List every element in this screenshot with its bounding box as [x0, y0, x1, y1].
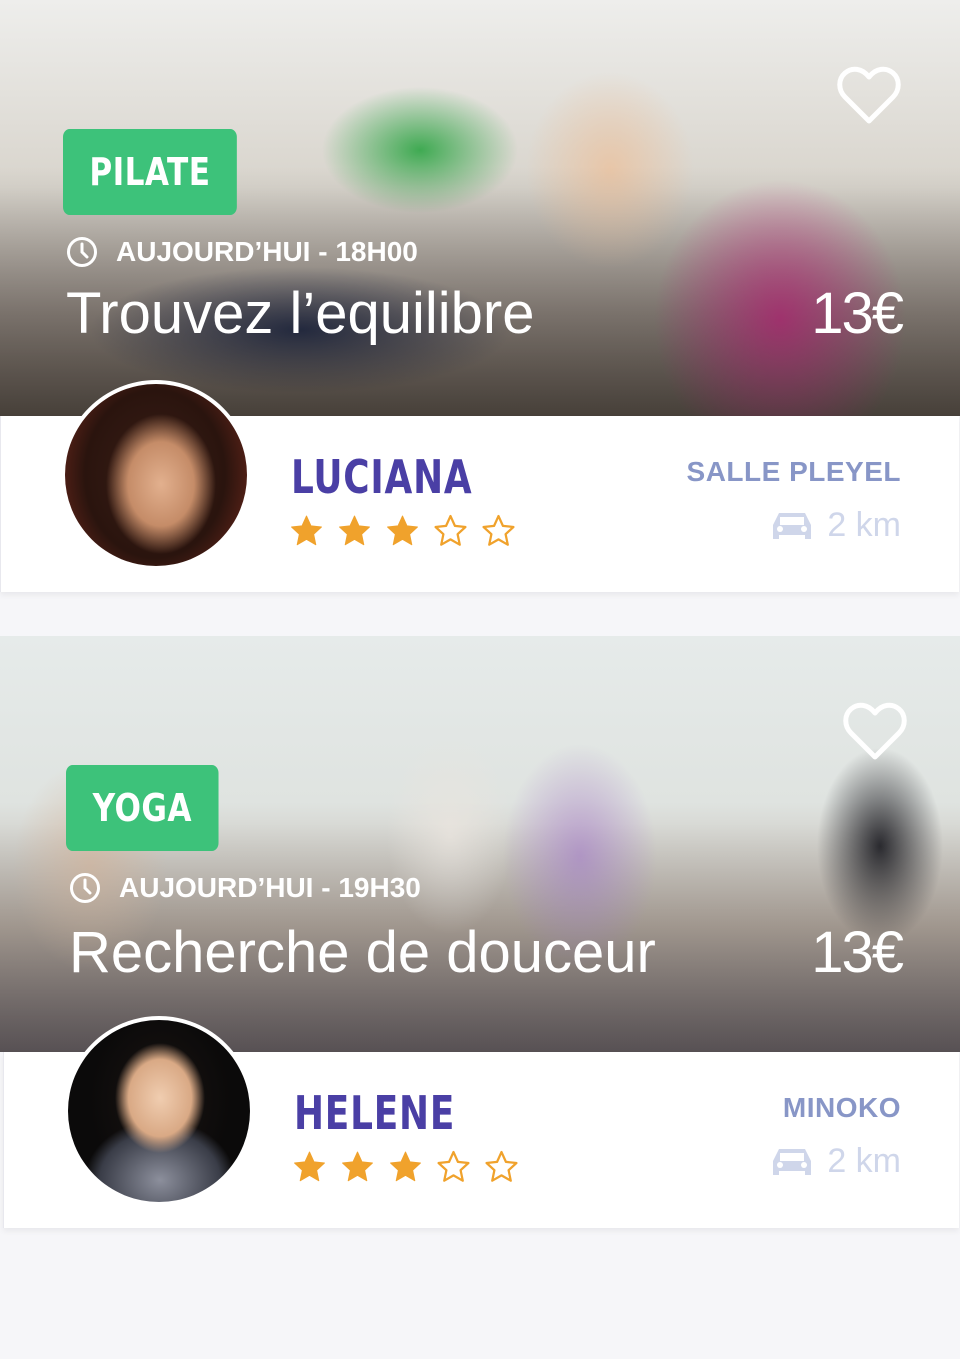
class-price: 13€ — [811, 281, 904, 346]
star-filled-icon — [390, 1151, 421, 1182]
schedule: AUJOURD’HUI - 18H00 — [66, 236, 418, 268]
class-card[interactable]: PILATE AUJOURD’HUI - 18H00 Trouvez l’equ… — [0, 0, 960, 592]
instructor-name[interactable]: HELENE — [294, 1086, 455, 1140]
schedule: AUJOURD’HUI - 19H30 — [69, 872, 421, 904]
rating-stars — [289, 514, 516, 547]
distance-text: 2 km — [827, 1142, 901, 1180]
schedule-text: AUJOURD’HUI - 18H00 — [116, 236, 418, 267]
instructor-name[interactable]: LUCIANA — [291, 450, 472, 504]
class-price: 13€ — [811, 920, 904, 985]
star-filled-icon — [387, 515, 418, 546]
star-filled-icon — [294, 1151, 325, 1182]
distance-text: 2 km — [827, 506, 901, 544]
star-empty-icon — [482, 514, 515, 546]
class-card[interactable]: YOGA AUJOURD’HUI - 19H30 Recherche de do… — [0, 636, 960, 1228]
class-title: Recherche de douceur — [69, 920, 656, 985]
star-empty-icon — [485, 1150, 518, 1182]
venue-name[interactable]: SALLE PLEYEL — [687, 456, 901, 488]
class-title: Trouvez l’equilibre — [66, 281, 535, 346]
avatar[interactable] — [64, 1016, 254, 1206]
instructor-photo — [68, 1020, 250, 1202]
clock-icon — [67, 237, 97, 267]
category-tag: PILATE — [63, 129, 237, 215]
car-icon — [773, 512, 812, 539]
class-photo: PILATE AUJOURD’HUI - 18H00 Trouvez l’equ… — [0, 0, 960, 416]
heart-icon[interactable] — [842, 702, 908, 762]
avatar[interactable] — [61, 380, 251, 570]
star-filled-icon — [339, 515, 370, 546]
star-empty-icon — [437, 1150, 470, 1182]
car-icon — [773, 1148, 812, 1175]
heart-icon[interactable] — [836, 66, 902, 126]
instructor-photo — [65, 384, 247, 566]
star-empty-icon — [434, 514, 467, 546]
star-filled-icon — [291, 515, 322, 546]
instructor-panel: HELENE MINOKO 2 km — [3, 1016, 959, 1228]
instructor-panel: LUCIANA SALLE PLEYEL 2 km — [0, 380, 959, 592]
star-filled-icon — [342, 1151, 373, 1182]
distance: 2 km — [771, 506, 901, 545]
rating-stars — [292, 1150, 519, 1183]
distance: 2 km — [771, 1142, 901, 1181]
venue-name[interactable]: MINOKO — [783, 1092, 901, 1124]
category-tag: YOGA — [66, 765, 219, 851]
clock-icon — [70, 873, 100, 903]
schedule-text: AUJOURD’HUI - 19H30 — [119, 872, 421, 903]
class-photo: YOGA AUJOURD’HUI - 19H30 Recherche de do… — [0, 636, 960, 1052]
